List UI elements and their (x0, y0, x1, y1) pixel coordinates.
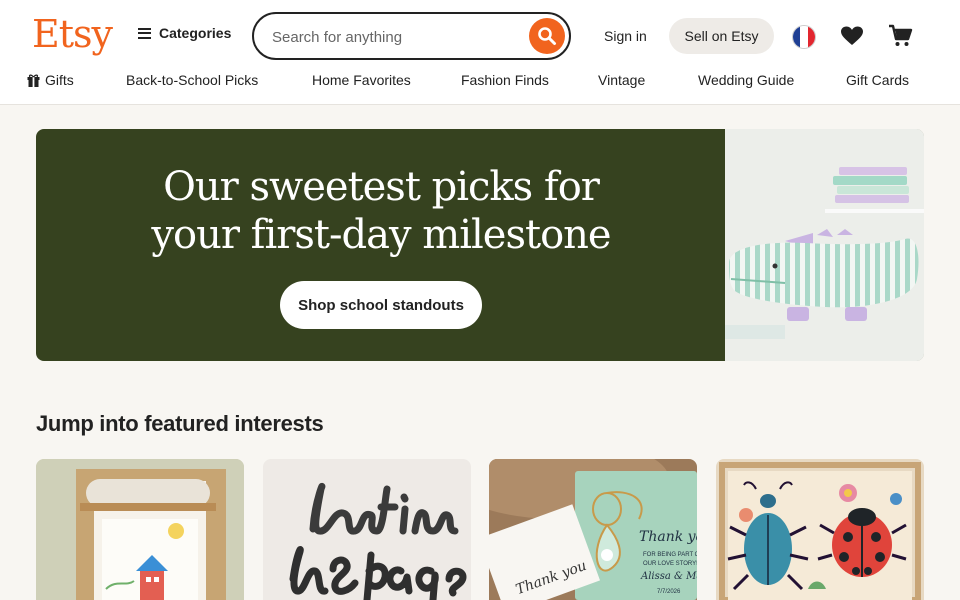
beetle-art-print-image (716, 459, 924, 600)
nav-item-gifts[interactable]: Gifts (27, 72, 74, 88)
search-button[interactable] (529, 18, 565, 54)
etsy-logo[interactable]: Etsy (32, 12, 113, 56)
featured-card[interactable] (263, 459, 471, 600)
featured-interests-title: Jump into featured interests (36, 411, 324, 436)
search-input[interactable] (272, 24, 522, 50)
svg-text:Thank you: Thank you (639, 529, 697, 545)
featured-card[interactable]: Thank you Thank you FOR BEING PART OF OU… (489, 459, 697, 600)
svg-text:OUR LOVE STORY!: OUR LOVE STORY! (643, 561, 697, 567)
search-bar (252, 12, 571, 60)
site-header: Etsy Categories Sign in Sell on Etsy (0, 0, 960, 105)
category-nav: Gifts Back-to-School Picks Home Favorite… (0, 72, 960, 94)
gift-icon (27, 74, 40, 87)
nav-item-home-favorites[interactable]: Home Favorites (312, 72, 411, 88)
nav-item-wedding-guide[interactable]: Wedding Guide (698, 72, 794, 88)
featured-card[interactable] (36, 459, 244, 600)
sell-on-etsy-button[interactable]: Sell on Etsy (669, 18, 774, 54)
hero-title-line1: Our sweetest picks for (163, 164, 600, 210)
hero-banner: Our sweetest picks for your first-day mi… (36, 129, 924, 361)
striped-crocodile-pillow-image (725, 129, 924, 361)
sign-in-link[interactable]: Sign in (604, 28, 647, 44)
kids-art-easel-image (36, 459, 244, 600)
nav-item-back-to-school[interactable]: Back-to-School Picks (126, 72, 258, 88)
script-sign-image (263, 459, 471, 600)
hero-image[interactable] (725, 129, 924, 361)
nav-label-gifts: Gifts (45, 72, 74, 88)
cart-icon[interactable] (887, 23, 913, 49)
hero-title-line2: your first-day milestone (151, 212, 611, 258)
svg-text:FOR BEING PART OF: FOR BEING PART OF (643, 552, 697, 558)
svg-text:Alissa & Matt: Alissa & Matt (640, 571, 697, 582)
nav-item-gift-cards[interactable]: Gift Cards (846, 72, 909, 88)
svg-text:7/7/2026: 7/7/2026 (657, 589, 681, 595)
categories-label: Categories (159, 25, 232, 41)
categories-button[interactable]: Categories (138, 25, 231, 41)
hero-title: Our sweetest picks for your first-day mi… (36, 163, 726, 259)
france-flag-icon[interactable] (792, 25, 816, 49)
search-icon (538, 27, 556, 45)
menu-icon (138, 27, 151, 39)
shop-school-standouts-button[interactable]: Shop school standouts (280, 281, 482, 329)
heart-icon[interactable] (840, 24, 864, 48)
nav-item-fashion-finds[interactable]: Fashion Finds (461, 72, 549, 88)
featured-card[interactable] (716, 459, 924, 600)
thank-you-tag-image: Thank you Thank you FOR BEING PART OF OU… (489, 459, 697, 600)
nav-item-vintage[interactable]: Vintage (598, 72, 645, 88)
